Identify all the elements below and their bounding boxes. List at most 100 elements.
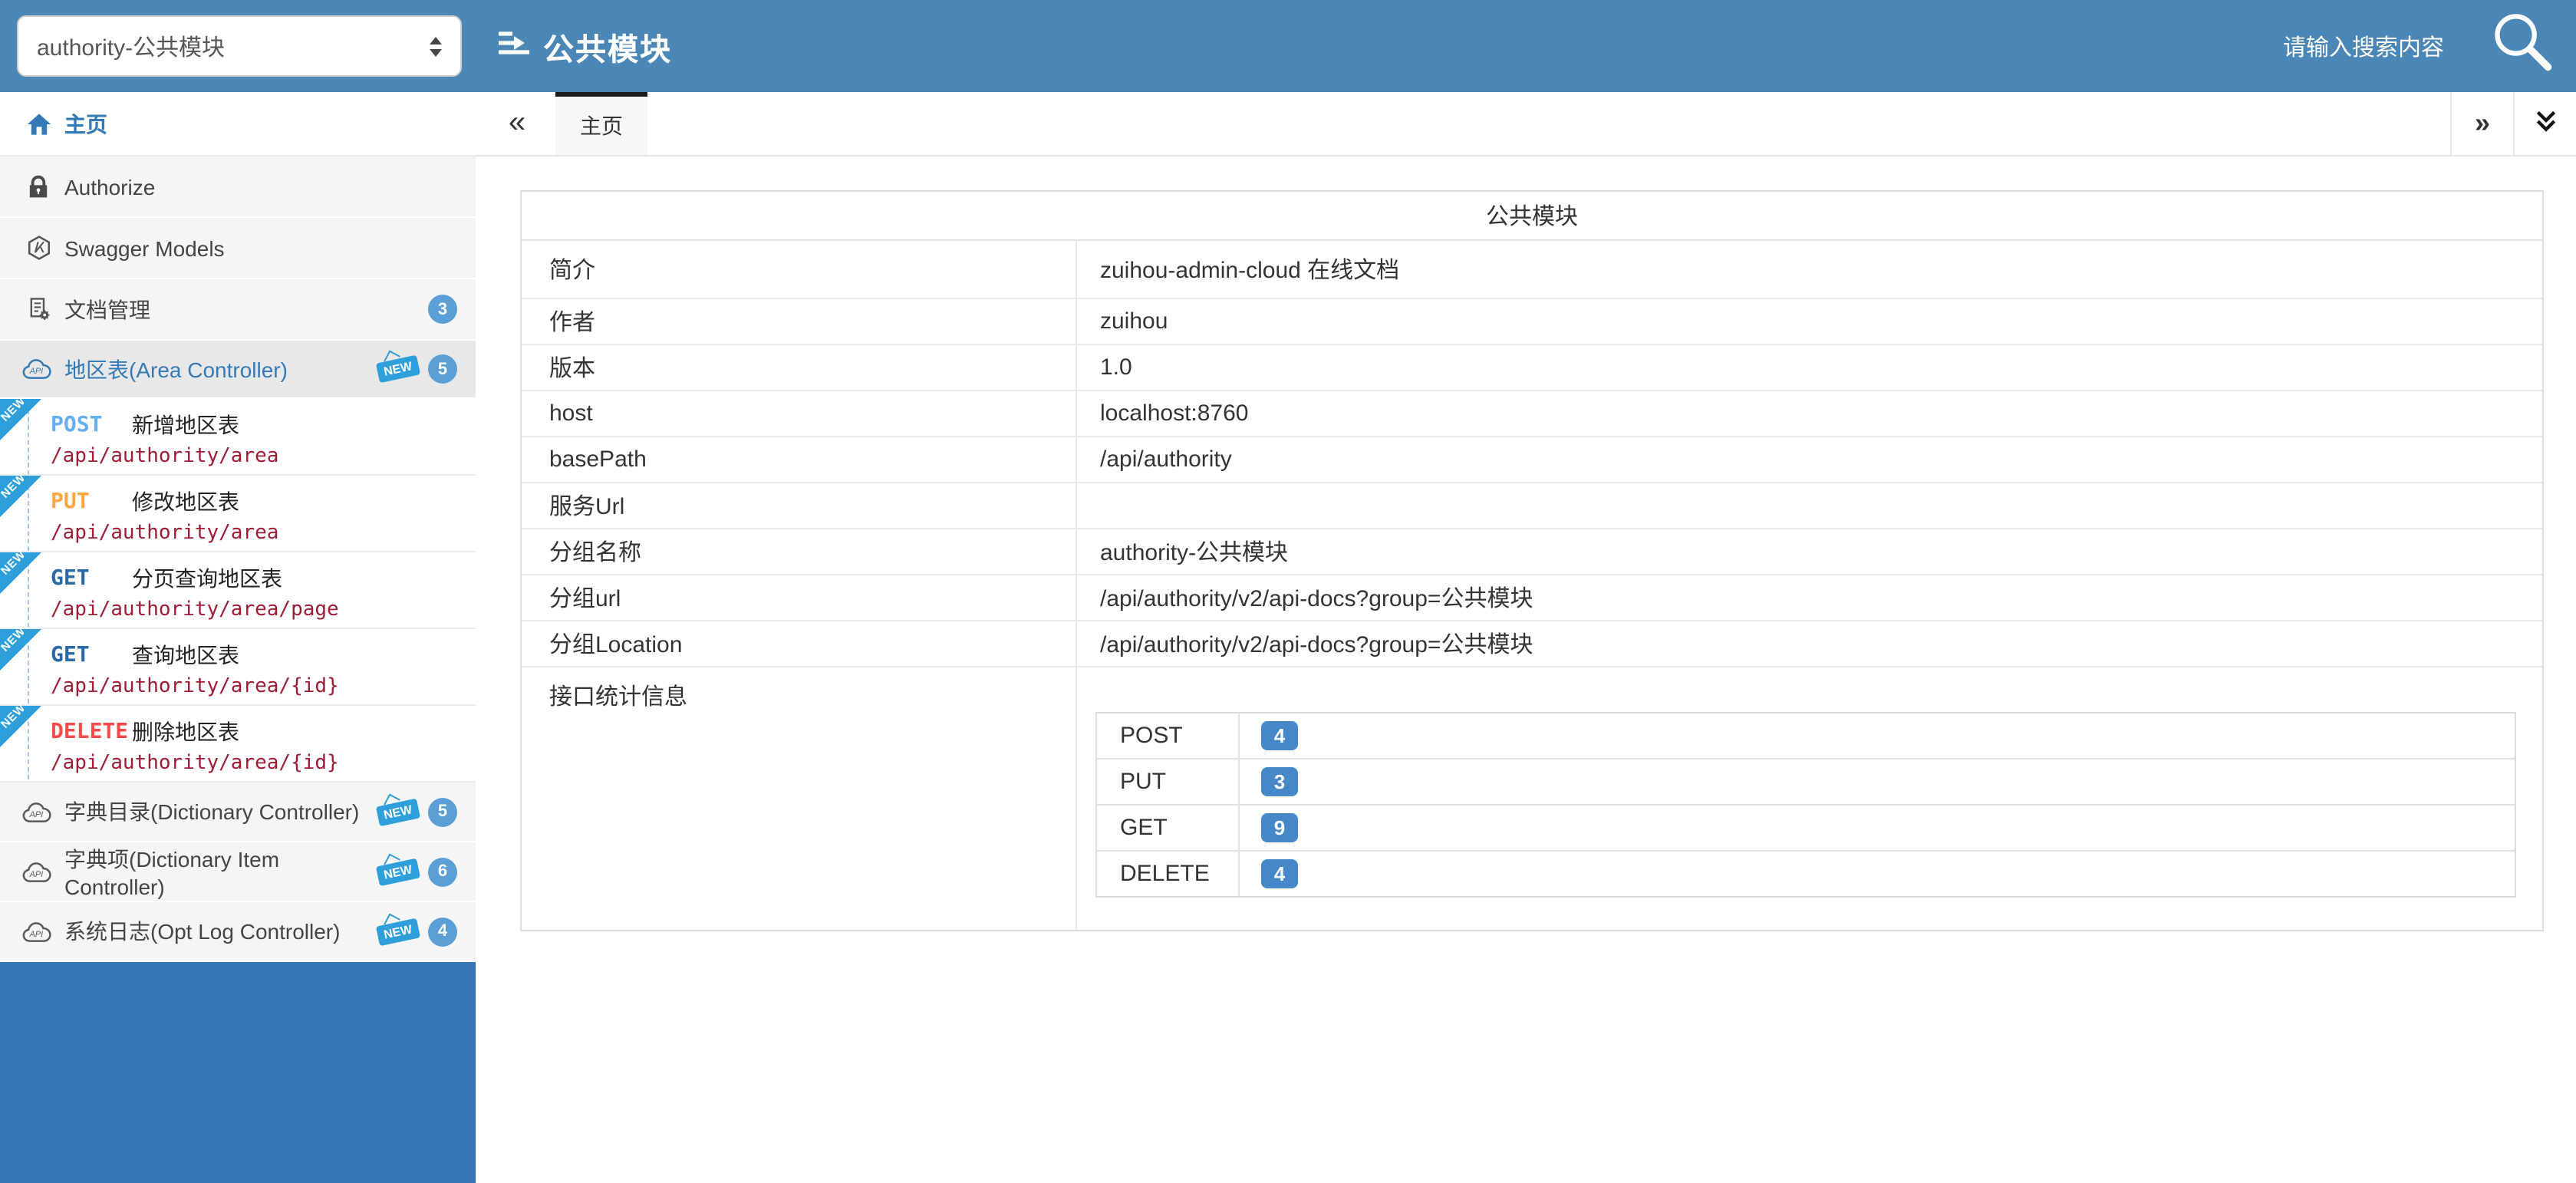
table-row: 分组Location /api/authority/v2/api-docs?gr… (522, 621, 2542, 667)
new-tag-icon: NEW (377, 858, 421, 886)
sidebar-item-dictionary-controller[interactable]: API 字典目录(Dictionary Controller) NEW 5 (0, 783, 476, 842)
search-input[interactable]: 请输入搜索内容 (2283, 30, 2444, 62)
top-header-bar: authority-公共模块 公共模块 请输入搜索内容 (0, 0, 2576, 92)
endpoint-path: /api/authority/area/{id} (51, 752, 476, 775)
new-tag-icon: NEW (377, 355, 421, 384)
api-cloud-icon: API (18, 860, 58, 883)
stats-row: PUT 3 (1097, 760, 2515, 806)
endpoint-name: 修改地区表 (132, 486, 239, 517)
row-label: 接口统计信息 (522, 667, 1077, 930)
endpoint-name: 查询地区表 (132, 640, 239, 671)
tabs-menu-button[interactable] (2513, 92, 2576, 155)
sidebar-item-label: 地区表(Area Controller) (64, 354, 378, 384)
new-ribbon-icon: NEW (0, 552, 41, 594)
module-info-table: 公共模块 简介 zuihou-admin-cloud 在线文档 作者 zuiho… (520, 190, 2544, 931)
tabs-scroll-left-button[interactable]: « (494, 92, 540, 155)
sidebar-item-dictionary-item-controller[interactable]: API 字典项(Dictionary Item Controller) NEW … (0, 842, 476, 902)
endpoint-path: /api/authority/area/page (51, 598, 476, 621)
row-label: 版本 (522, 345, 1077, 390)
row-value: /api/authority/v2/api-docs?group=公共模块 (1077, 575, 2542, 620)
http-method: GET (51, 643, 132, 667)
tabs-scroll-right-button[interactable]: » (2450, 92, 2513, 155)
sidebar-item-label: Authorize (64, 174, 476, 199)
table-row: 作者 zuihou (522, 299, 2542, 345)
stats-count-badge: 4 (1261, 721, 1298, 750)
svg-text:API: API (29, 869, 43, 878)
new-ribbon-icon: NEW (0, 399, 41, 440)
api-cloud-icon: API (18, 800, 58, 823)
endpoint-name: 分页查询地区表 (132, 563, 282, 594)
sidebar-item-home[interactable]: 主页 (0, 92, 476, 157)
endpoint-name: 删除地区表 (132, 717, 239, 747)
http-method: POST (51, 413, 132, 437)
endpoint-path: /api/authority/area/{id} (51, 675, 476, 698)
row-value: 1.0 (1077, 345, 2542, 390)
endpoint-put-edit-area[interactable]: NEW PUT 修改地区表 /api/authority/area (0, 476, 476, 552)
api-cloud-icon: API (18, 358, 58, 381)
chevron-right-icon: » (2475, 107, 2490, 140)
table-row: 版本 1.0 (522, 345, 2542, 391)
table-row: 服务Url (522, 483, 2542, 529)
endpoint-get-area-by-id[interactable]: NEW GET 查询地区表 /api/authority/area/{id} (0, 629, 476, 706)
row-value (1077, 483, 2542, 528)
select-arrows-icon (430, 36, 442, 56)
double-chevron-down-icon (2532, 107, 2558, 140)
row-value: zuihou-admin-cloud 在线文档 (1077, 241, 2542, 298)
svg-text:API: API (29, 809, 43, 819)
count-badge: 6 (428, 857, 457, 886)
count-badge: 3 (428, 295, 457, 324)
http-method: GET (51, 566, 132, 591)
sidebar-item-doc-manage[interactable]: 文档管理 3 (0, 279, 476, 341)
endpoint-path: /api/authority/area (51, 445, 476, 468)
row-label: 服务Url (522, 483, 1077, 528)
row-label: 作者 (522, 299, 1077, 344)
table-row: 简介 zuihou-admin-cloud 在线文档 (522, 241, 2542, 299)
row-label: 分组url (522, 575, 1077, 620)
sidebar-item-label: 系统日志(Opt Log Controller) (64, 916, 378, 947)
sidebar-item-authorize[interactable]: Authorize (0, 157, 476, 218)
sidebar-item-label: Swagger Models (64, 236, 476, 260)
row-label: 简介 (522, 241, 1077, 298)
sidebar-item-label: 主页 (64, 108, 476, 139)
endpoint-get-page-area[interactable]: NEW GET 分页查询地区表 /api/authority/area/page (0, 552, 476, 629)
count-badge: 4 (428, 917, 457, 946)
group-select[interactable]: authority-公共模块 (17, 15, 462, 77)
new-tag-icon: NEW (377, 798, 421, 826)
row-value: authority-公共模块 (1077, 529, 2542, 574)
sidebar-item-opt-log-controller[interactable]: API 系统日志(Opt Log Controller) NEW 4 (0, 902, 476, 962)
new-tag-icon: NEW (377, 918, 421, 946)
search-area: 请输入搜索内容 (2283, 10, 2576, 82)
endpoint-list: NEW POST 新增地区表 /api/authority/area NEW P… (0, 399, 476, 783)
search-icon[interactable] (2490, 10, 2555, 82)
new-ribbon-icon: NEW (0, 629, 41, 671)
row-value: /api/authority (1077, 437, 2542, 482)
count-badge: 5 (428, 797, 457, 826)
sidebar: 主页 Authorize Swagger Models (0, 92, 476, 1183)
indent-arrow-icon (496, 27, 532, 65)
method-stats-table: POST 4 PUT 3 GET 9 DELETE (1095, 712, 2516, 898)
sidebar-item-area-controller[interactable]: API 地区表(Area Controller) NEW 5 (0, 341, 476, 399)
new-ribbon-icon: NEW (0, 706, 41, 747)
sidebar-item-label: 字典目录(Dictionary Controller) (64, 796, 378, 827)
table-row: 分组名称 authority-公共模块 (522, 529, 2542, 575)
row-label: basePath (522, 437, 1077, 482)
stats-row: POST 4 (1097, 713, 2515, 760)
app-title-wrap: 公共模块 (496, 24, 672, 68)
tab-home[interactable]: 主页 (555, 92, 647, 155)
endpoint-post-add-area[interactable]: NEW POST 新增地区表 /api/authority/area (0, 399, 476, 476)
row-label: 分组Location (522, 621, 1077, 666)
table-row-stats: 接口统计信息 POST 4 PUT 3 GET 9 (522, 667, 2542, 930)
stats-count-badge: 4 (1261, 859, 1298, 888)
endpoint-delete-area[interactable]: NEW DELETE 删除地区表 /api/authority/area/{id… (0, 706, 476, 783)
stats-method: GET (1097, 806, 1240, 850)
sidebar-filler (0, 962, 476, 1183)
endpoint-name: 新增地区表 (132, 410, 239, 440)
sidebar-item-swagger-models[interactable]: Swagger Models (0, 218, 476, 279)
row-label: 分组名称 (522, 529, 1077, 574)
table-row: 分组url /api/authority/v2/api-docs?group=公… (522, 575, 2542, 621)
http-method: DELETE (51, 720, 132, 744)
app-window: authority-公共模块 公共模块 请输入搜索内容 (0, 0, 2576, 1183)
row-value: zuihou (1077, 299, 2542, 344)
main-content: « 主页 » 公共模块 简介 zuihou-admin-cloud 在线文档 (476, 92, 2576, 1183)
stats-count-badge: 9 (1261, 813, 1298, 842)
